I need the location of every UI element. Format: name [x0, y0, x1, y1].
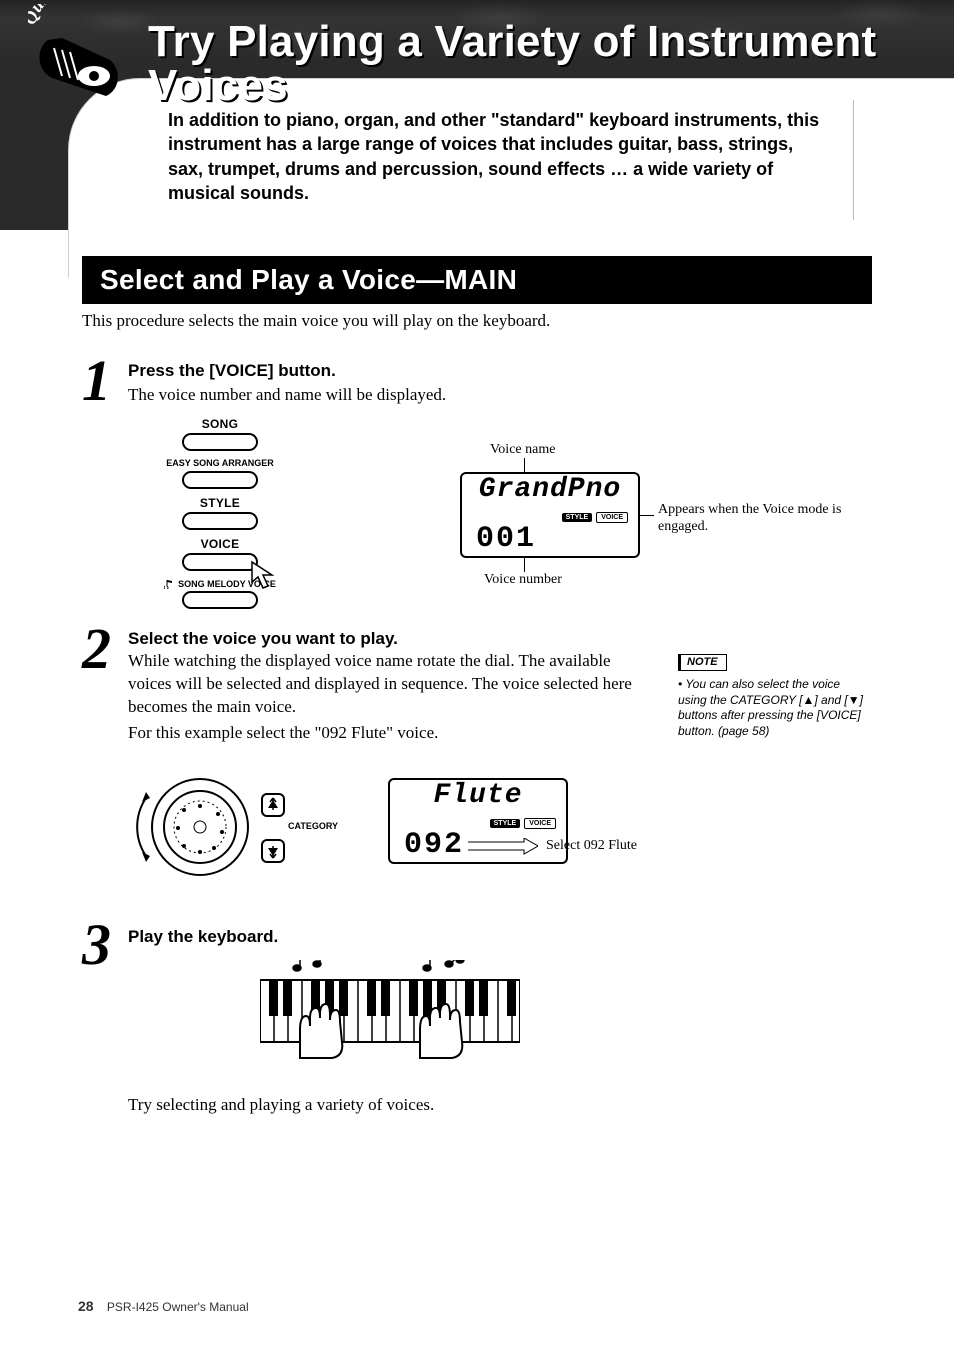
easy-label: EASY SONG ARRANGER [152, 459, 288, 468]
cursor-arrow-icon [248, 558, 282, 592]
step1-body: The voice number and name will be displa… [128, 384, 728, 407]
vertical-rule [853, 100, 854, 220]
note-heading: NOTE [678, 654, 727, 671]
svg-text:Quick Guide: Quick Guide [28, 4, 119, 27]
step3-heading: Play the keyboard. [128, 926, 278, 948]
pointer-arrow [468, 838, 538, 858]
lcd-flute-name: Flute [433, 782, 522, 810]
pointer-line [524, 458, 525, 472]
quick-guide-text: Quick Guide [28, 4, 119, 27]
category-text: CATEGORY [288, 822, 338, 831]
keyboard-figure [260, 960, 520, 1065]
footer: 28 PSR-I425 Owner's Manual [78, 1299, 249, 1313]
voice-mode-caption: Appears when the Voice mode is engaged. [658, 502, 858, 536]
style-label: STYLE [152, 497, 288, 509]
step-number-3: 3 [82, 916, 111, 974]
note-body: • You can also select the voice using th… [678, 677, 868, 739]
voice-button [182, 553, 258, 571]
doc-title: PSR-I425 Owner's Manual [107, 1300, 249, 1314]
step2-body: While watching the displayed voice name … [128, 650, 648, 719]
pointer-line [524, 558, 525, 572]
lcd-voice-name: GrandPno [479, 476, 621, 504]
style-button [182, 512, 258, 530]
pill-style: STYLE [562, 513, 593, 522]
voice-name-caption: Voice name [490, 442, 555, 459]
song-button [182, 433, 258, 451]
step2-heading: Select the voice you want to play. [128, 628, 398, 650]
pill-voice2: VOICE [524, 818, 556, 829]
song-label: SONG [152, 418, 288, 430]
select-flute-caption: Select 092 Flute [546, 838, 637, 855]
note-box: NOTE • You can also select the voice usi… [678, 652, 868, 739]
lcd-flute-number: 092 [404, 830, 464, 860]
pill-style2: STYLE [490, 819, 521, 828]
intro-paragraph: In addition to piano, organ, and other "… [168, 108, 828, 205]
voice-label: VOICE [152, 538, 288, 550]
step-number-2: 2 [82, 620, 111, 678]
note-icon [164, 579, 174, 589]
easy-button [182, 471, 258, 489]
page-title: Try Playing a Variety of Instrument Voic… [148, 20, 948, 108]
page-number: 28 [78, 1298, 94, 1314]
quick-guide-badge: Quick Guide [28, 4, 128, 104]
pill-voice: VOICE [596, 512, 628, 523]
step3-outro: Try selecting and playing a variety of v… [128, 1094, 728, 1117]
voice-number-caption: Voice number [484, 572, 562, 589]
section-title: Select and Play a Voice—MAIN [82, 256, 872, 304]
note-body-text: You can also select the voice using the … [678, 677, 863, 738]
smv-button [182, 591, 258, 609]
pointer-line [640, 515, 654, 516]
lcd-display-1: GrandPno STYLE VOICE 001 [460, 472, 640, 558]
step2-body2: For this example select the "092 Flute" … [128, 722, 648, 745]
section-intro: This procedure selects the main voice yo… [82, 310, 842, 333]
step1-heading: Press the [VOICE] button. [128, 360, 336, 382]
step-number-1: 1 [82, 352, 111, 410]
lcd-voice-number: 001 [476, 524, 536, 554]
